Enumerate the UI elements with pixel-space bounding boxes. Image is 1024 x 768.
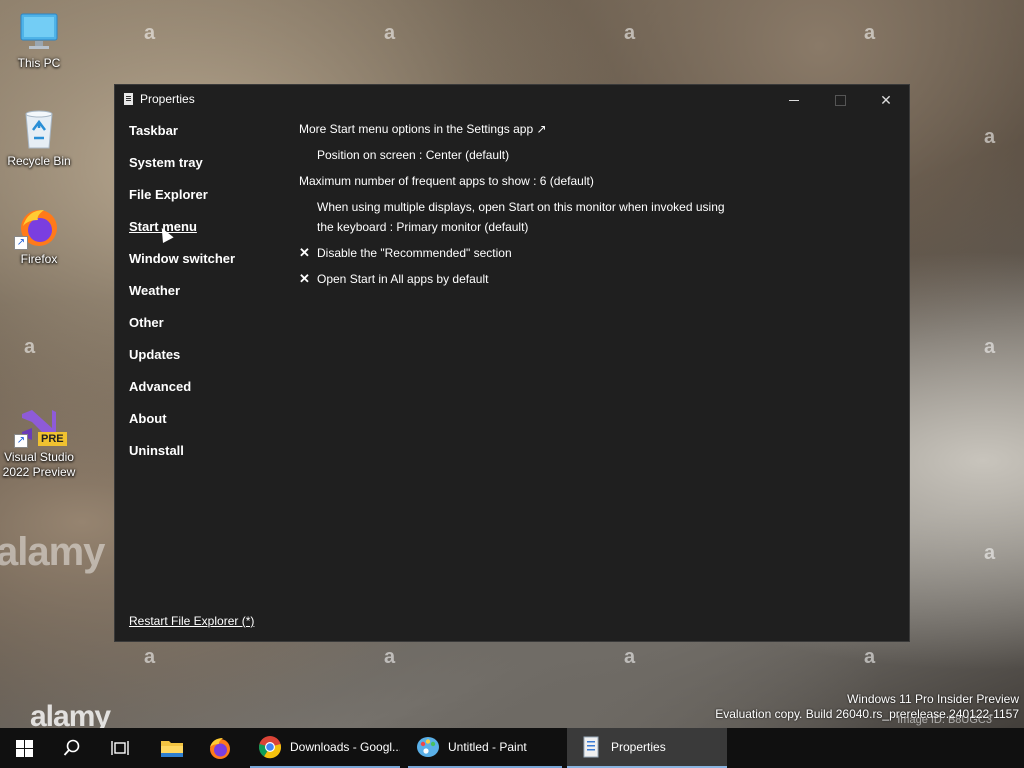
desktop-icon-firefox[interactable]: ↗ Firefox (0, 206, 78, 267)
nav-item-uninstall[interactable]: Uninstall (129, 442, 235, 474)
watermark-a: a (984, 542, 996, 564)
window-title: Properties (140, 92, 195, 106)
nav-item-taskbar[interactable]: Taskbar (129, 122, 235, 154)
check-icon: ✕ (299, 245, 310, 260)
multi-display-line-2: the keyboard : Primary monitor (default) (317, 220, 529, 234)
watermark-a: a (864, 22, 876, 44)
firefox-taskbar-button[interactable] (196, 728, 244, 768)
multi-display-line-1: When using multiple displays, open Start… (317, 200, 725, 214)
eval-line-1: Windows 11 Pro Insider Preview (847, 692, 1019, 706)
desktop-icon-label: Visual Studio 2022 Preview (2, 450, 76, 479)
taskbar: Downloads - Googl... Untitled - Paint Pr… (0, 728, 1024, 768)
desktop-icon-label: This PC (17, 56, 61, 70)
sidebar-nav: Taskbar System tray File Explorer Start … (129, 122, 235, 474)
position-setting[interactable]: Position on screen : Center (default) (299, 147, 759, 163)
shortcut-arrow-icon: ↗ (14, 434, 28, 448)
watermark-a: a (864, 646, 876, 668)
nav-item-weather[interactable]: Weather (129, 282, 235, 314)
nav-item-updates[interactable]: Updates (129, 346, 235, 378)
watermark-a: a (384, 22, 396, 44)
desktop-icon-this-pc[interactable]: This PC (0, 10, 78, 71)
task-view-icon (111, 741, 129, 755)
setting-label: Disable the "Recommended" section (317, 246, 512, 260)
watermark-a: a (144, 22, 156, 44)
properties-window: Properties ✕ Taskbar System tray File Ex… (114, 84, 910, 642)
multi-display-setting[interactable]: When using multiple displays, open Start… (299, 199, 759, 235)
nav-item-start-menu[interactable]: Start menu (129, 218, 235, 250)
watermark-a: a (384, 646, 396, 668)
firefox-icon (210, 738, 230, 759)
minimize-icon (789, 99, 799, 101)
firefox-icon: ↗ (14, 206, 60, 250)
close-button[interactable]: ✕ (863, 85, 909, 115)
search-button[interactable] (48, 728, 96, 768)
taskbar-app-paint[interactable]: Untitled - Paint (408, 728, 562, 768)
windows-logo-icon (15, 739, 33, 757)
watermark-a: a (144, 646, 156, 668)
nav-item-about[interactable]: About (129, 410, 235, 442)
watermark-a: a (984, 126, 996, 148)
maximize-icon (834, 94, 846, 106)
taskbar-app-label: Properties (611, 740, 666, 754)
task-view-button[interactable] (96, 728, 144, 768)
visual-studio-icon: PRE ↗ (14, 404, 67, 448)
properties-icon (583, 736, 599, 758)
check-icon: ✕ (299, 271, 310, 286)
desktop-icon-label: Recycle Bin (7, 154, 71, 168)
open-all-apps-setting[interactable]: ✕ Open Start in All apps by default (299, 271, 759, 287)
taskbar-app-label: Untitled - Paint (448, 740, 527, 754)
disable-recommended-setting[interactable]: ✕ Disable the "Recommended" section (299, 245, 759, 261)
pre-badge: PRE (38, 432, 67, 446)
nav-item-window-switcher[interactable]: Window switcher (129, 250, 235, 282)
nav-item-system-tray[interactable]: System tray (129, 154, 235, 186)
shortcut-arrow-icon: ↗ (14, 236, 28, 250)
taskbar-app-properties[interactable]: Properties (567, 728, 727, 768)
taskbar-app-label: Downloads - Googl... (290, 740, 400, 754)
frequent-apps-setting[interactable]: Maximum number of frequent apps to show … (299, 173, 759, 189)
nav-item-advanced[interactable]: Advanced (129, 378, 235, 410)
file-explorer-button[interactable] (148, 728, 196, 768)
search-icon (63, 739, 80, 756)
desktop-icon-recycle-bin[interactable]: Recycle Bin (0, 108, 78, 169)
setting-label: Open Start in All apps by default (317, 272, 489, 286)
desktop-icon-label: Firefox (20, 252, 58, 266)
watermark-a: a (24, 336, 36, 358)
watermark-a: a (624, 646, 636, 668)
maximize-button[interactable] (817, 85, 863, 115)
nav-item-other[interactable]: Other (129, 314, 235, 346)
monitor-icon (18, 10, 60, 52)
title-bar[interactable]: Properties ✕ (115, 85, 909, 115)
minimize-button[interactable] (771, 85, 817, 115)
nav-item-file-explorer[interactable]: File Explorer (129, 186, 235, 218)
image-id-watermark: Image ID: B8UGC3 (897, 714, 992, 726)
desktop-icon-visual-studio[interactable]: PRE ↗ Visual Studio 2022 Preview (0, 404, 78, 480)
watermark-a: a (984, 336, 996, 358)
alamy-watermark: alamy (0, 530, 105, 574)
watermark-a: a (624, 22, 636, 44)
folder-icon (161, 741, 183, 757)
start-menu-settings: More Start menu options in the Settings … (299, 121, 759, 297)
chrome-icon (258, 736, 282, 759)
taskbar-app-chrome[interactable]: Downloads - Googl... (250, 728, 400, 768)
paint-icon (417, 737, 439, 757)
recycle-bin-icon (18, 108, 60, 150)
close-icon: ✕ (880, 91, 892, 108)
settings-app-link[interactable]: More Start menu options in the Settings … (299, 121, 759, 137)
properties-icon (124, 93, 133, 105)
restart-file-explorer-link[interactable]: Restart File Explorer (*) (129, 614, 254, 628)
start-button[interactable] (0, 728, 48, 768)
